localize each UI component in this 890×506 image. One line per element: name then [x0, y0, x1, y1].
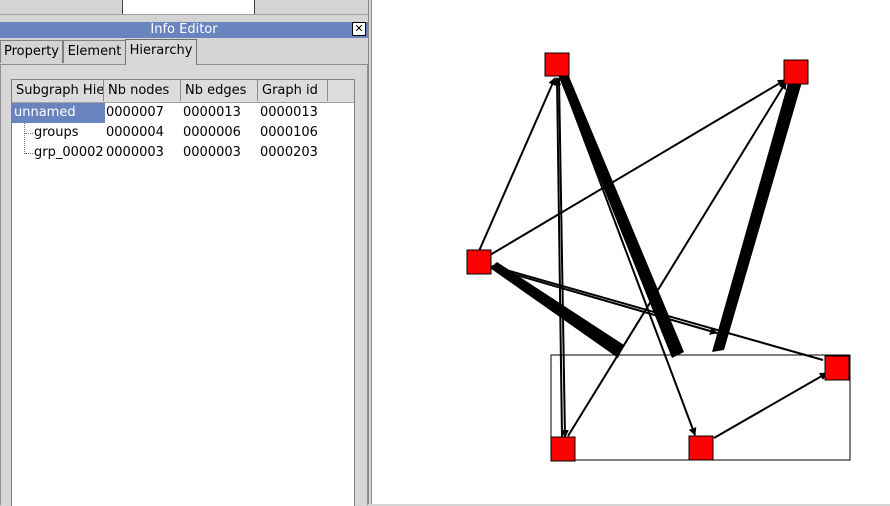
row-graph-id: 0000203: [260, 145, 318, 160]
hierarchy-tree-table[interactable]: Subgraph Hie Nb nodes Nb edges Graph id …: [11, 79, 355, 506]
graph-edge[interactable]: [489, 79, 786, 256]
tab-property[interactable]: Property: [0, 40, 63, 63]
close-icon: ✕: [354, 22, 364, 35]
tab-hierarchy[interactable]: Hierarchy: [125, 39, 197, 65]
graph-view: [466, 52, 851, 462]
graph-edge-thick[interactable]: [490, 262, 624, 358]
top-strip-segment-1[interactable]: [0, 0, 123, 14]
column-header-graph-id[interactable]: Graph id: [258, 80, 328, 101]
row-nb-edges: 0000013: [183, 105, 241, 120]
graph-node[interactable]: [688, 435, 714, 461]
row-nb-nodes: 0000004: [106, 125, 164, 140]
column-header-filler: [328, 80, 354, 101]
row-name: unnamed: [12, 103, 105, 123]
table-row[interactable]: unnamed 0000007 0000013 0000013: [12, 103, 354, 123]
info-editor-panel: Info Editor ✕ Property Element Hierarchy…: [0, 0, 368, 506]
row-name: groups: [34, 125, 79, 140]
top-strip-segment-2[interactable]: [123, 0, 255, 14]
column-header-nb-nodes[interactable]: Nb nodes: [104, 80, 181, 101]
row-nb-edges: 0000003: [183, 145, 241, 160]
graph-edge[interactable]: [713, 372, 828, 439]
tree-connector-horizontal: [25, 153, 33, 154]
row-nb-edges: 0000006: [183, 125, 241, 140]
graph-edge[interactable]: [478, 77, 556, 252]
window-title: Info Editor: [0, 22, 368, 38]
tree-connector-horizontal: [25, 133, 33, 134]
graph-node[interactable]: [544, 52, 570, 77]
graph-edge[interactable]: [491, 267, 718, 335]
table-row[interactable]: groups 0000004 0000006 0000106: [12, 123, 354, 143]
table-header: Subgraph Hie Nb nodes Nb edges Graph id: [12, 80, 354, 103]
graph-edge[interactable]: [567, 81, 787, 437]
graph-edge-thick[interactable]: [712, 76, 802, 352]
row-nb-nodes: 0000003: [106, 145, 164, 160]
hierarchy-tab-content: Subgraph Hie Nb nodes Nb edges Graph id …: [0, 64, 368, 506]
top-strip-segment-3[interactable]: [255, 0, 367, 14]
column-header-subgraph[interactable]: Subgraph Hie: [12, 80, 104, 101]
table-row[interactable]: grp_00002 0000003 0000003 0000203: [12, 143, 354, 163]
graph-canvas[interactable]: [372, 0, 890, 504]
top-toolbar-strip: [0, 0, 368, 15]
tree-connector-vertical: [24, 123, 25, 154]
graph-node[interactable]: [824, 355, 850, 381]
close-button[interactable]: ✕: [352, 22, 366, 36]
row-graph-id: 0000013: [260, 105, 318, 120]
graph-node[interactable]: [466, 249, 492, 275]
row-name: grp_00002: [34, 145, 104, 160]
column-header-nb-edges[interactable]: Nb edges: [181, 80, 258, 101]
row-nb-nodes: 0000007: [106, 105, 164, 120]
row-graph-id: 0000106: [260, 125, 318, 140]
tab-element[interactable]: Element: [63, 40, 126, 63]
graph-node[interactable]: [550, 436, 576, 462]
graph-node[interactable]: [783, 59, 809, 85]
